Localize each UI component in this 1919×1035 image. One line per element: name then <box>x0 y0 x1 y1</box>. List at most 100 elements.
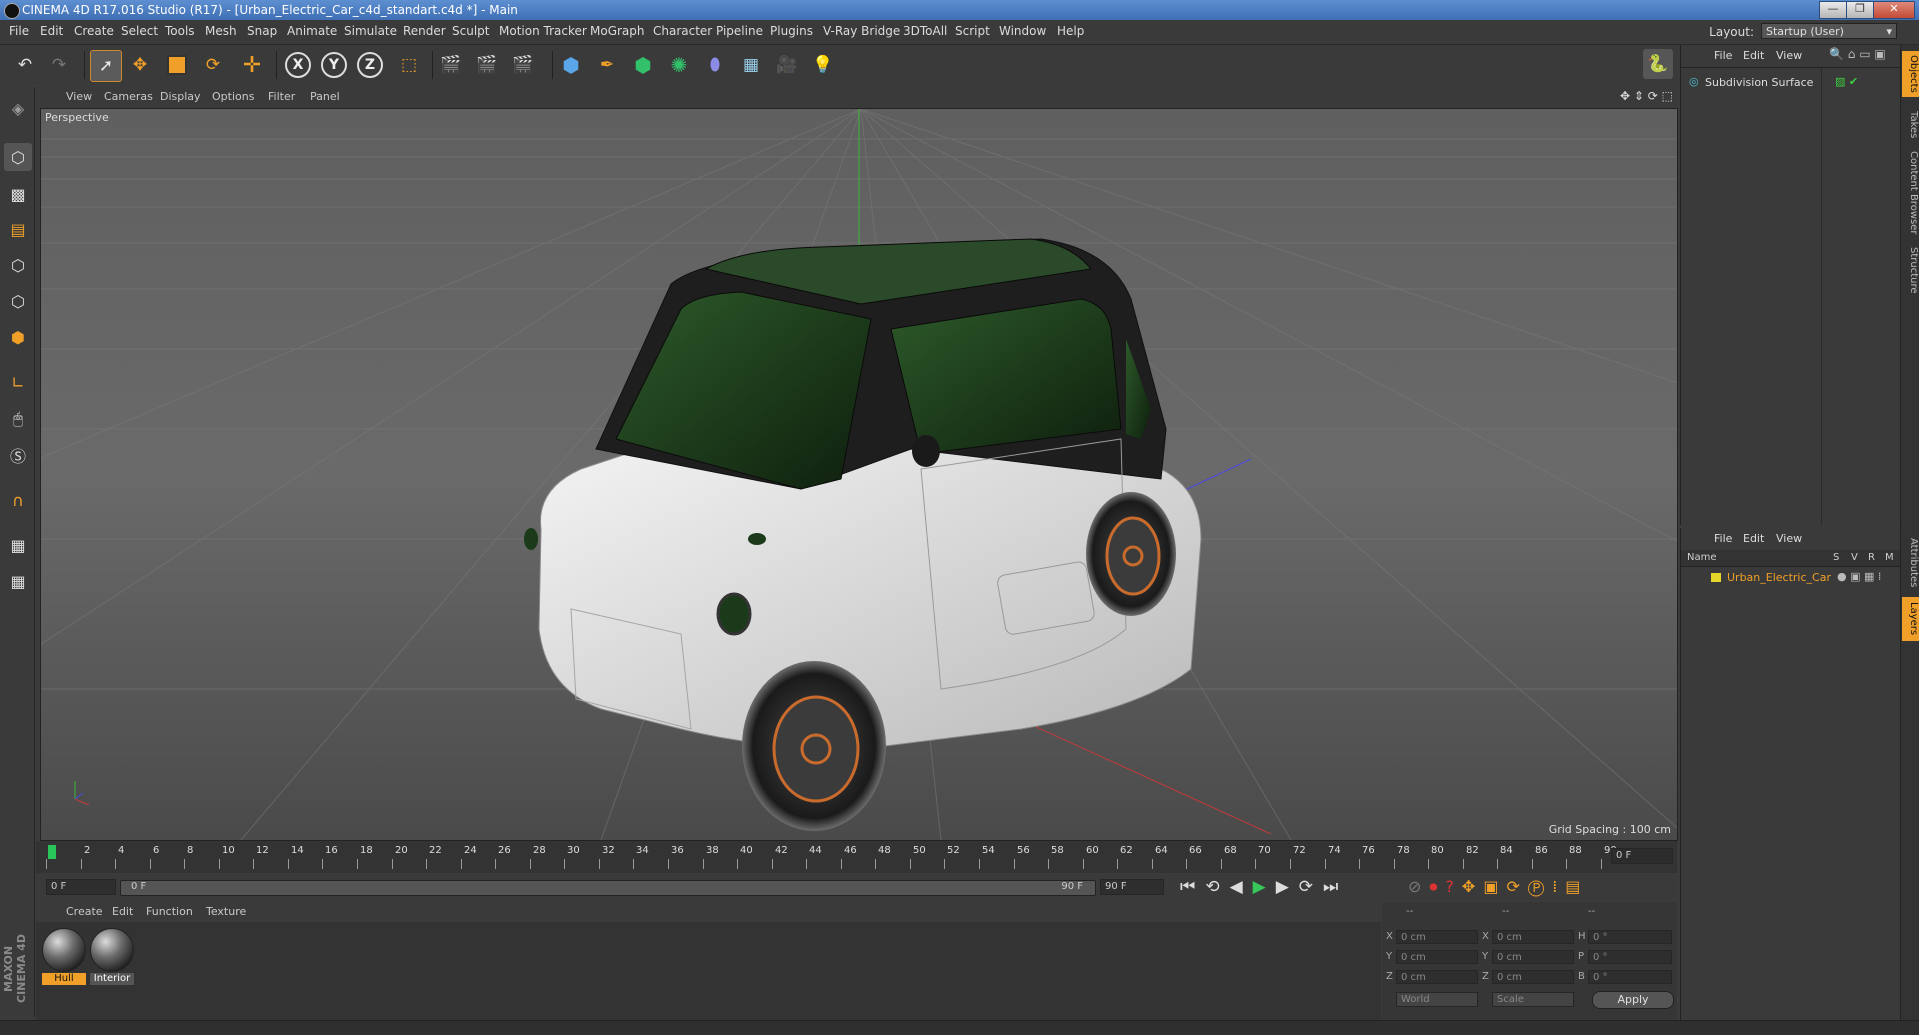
close-window-button[interactable]: ✕ <box>1873 1 1915 19</box>
menu-render[interactable]: Render <box>403 24 446 38</box>
size-z-field[interactable]: 0 cm <box>1492 970 1574 984</box>
coordinate-system-button[interactable]: ⬚ <box>394 50 424 80</box>
object-manager-icons[interactable]: 🔍 ⌂ ▭ ▣ <box>1829 47 1886 61</box>
object-enabled-check-icon[interactable]: ▨ ✔ <box>1835 75 1858 88</box>
position-x-field[interactable]: 0 cm <box>1396 930 1478 944</box>
viewport-menu-display[interactable]: Display <box>160 90 201 103</box>
texture-mode-button[interactable]: ▩ <box>4 180 32 208</box>
menu-snap[interactable]: Snap <box>247 24 277 38</box>
menu-simulate[interactable]: Simulate <box>344 24 397 38</box>
edges-mode-button[interactable]: ⬡ <box>4 287 32 315</box>
snap-button[interactable]: Ⓢ <box>4 441 32 469</box>
render-to-picture-viewer-button[interactable]: 🎬 <box>472 50 502 80</box>
rotation-b-field[interactable]: 0 ° <box>1588 970 1672 984</box>
menu-vray-bridge[interactable]: V-Ray Bridge <box>823 24 900 38</box>
menu-sculpt[interactable]: Sculpt <box>452 24 489 38</box>
viewport-menu-options[interactable]: Options <box>212 90 254 103</box>
scale-tool-button[interactable] <box>162 50 192 80</box>
menu-tools[interactable]: Tools <box>165 24 195 38</box>
objects-menu-edit[interactable]: Edit <box>1743 49 1764 62</box>
next-key-icon[interactable]: ⟳ <box>1299 877 1323 897</box>
layout-dropdown[interactable]: Startup (User) ▾ <box>1761 23 1897 39</box>
material-menu-texture[interactable]: Texture <box>206 905 246 918</box>
minimize-button[interactable]: — <box>1819 1 1847 19</box>
model-mode-button[interactable]: ⬡ <box>4 143 32 171</box>
time-range-slider[interactable]: 0 F 90 F <box>120 880 1096 896</box>
floor-button[interactable]: ▦ <box>736 50 766 80</box>
y-axis-lock-button[interactable]: Y <box>321 52 347 78</box>
move-tool-button[interactable]: ✥ <box>125 50 155 80</box>
layers-menu-file[interactable]: File <box>1714 532 1732 545</box>
deformer-button[interactable]: ⬮ <box>700 50 730 80</box>
start-frame-field[interactable]: 0 F <box>46 879 116 895</box>
objects-menu-view[interactable]: View <box>1776 49 1802 62</box>
light-button[interactable]: 💡 <box>808 50 838 80</box>
layers-menu-edit[interactable]: Edit <box>1743 532 1764 545</box>
tab-attributes[interactable]: Attributes <box>1902 533 1919 593</box>
perspective-viewport[interactable]: Perspective Grid Spacing : 100 cm <box>40 108 1678 841</box>
size-mode-dropdown[interactable]: Scale <box>1492 992 1574 1007</box>
motion-path-icon[interactable]: ⊘ <box>1408 877 1429 896</box>
apply-button[interactable]: Apply <box>1592 991 1674 1009</box>
python-button[interactable]: 🐍 <box>1643 49 1673 79</box>
menu-create[interactable]: Create <box>74 24 114 38</box>
menu-motion-tracker[interactable]: Motion Tracker <box>499 24 587 38</box>
go-to-end-icon[interactable]: ⏭ <box>1323 877 1348 897</box>
menu-animate[interactable]: Animate <box>287 24 337 38</box>
menu-3dtoall[interactable]: 3DToAll <box>903 24 947 38</box>
redo-button[interactable]: ↷ <box>44 50 74 80</box>
make-editable-button[interactable]: ◈ <box>4 94 32 122</box>
menu-select[interactable]: Select <box>121 24 158 38</box>
menu-pipeline[interactable]: Pipeline <box>716 24 763 38</box>
workplane-mode-button[interactable]: ▤ <box>4 215 32 243</box>
object-row-subdivision-surface[interactable]: ◎ Subdivision Surface ▨ ✔ <box>1685 75 1897 91</box>
layers-menu-view[interactable]: View <box>1776 532 1802 545</box>
rotation-p-field[interactable]: 0 ° <box>1588 950 1672 964</box>
previous-frame-icon[interactable]: ◀ <box>1230 877 1253 897</box>
menu-mesh[interactable]: Mesh <box>205 24 237 38</box>
viewport-menu-view[interactable]: View <box>66 90 92 103</box>
position-z-field[interactable]: 0 cm <box>1396 970 1478 984</box>
key-rotation-icon[interactable]: ⟳ <box>1506 877 1527 896</box>
menu-plugins[interactable]: Plugins <box>770 24 813 38</box>
planar-workplane-button[interactable]: ▦ <box>4 567 32 595</box>
menu-mograph[interactable]: MoGraph <box>590 24 645 38</box>
undo-button[interactable]: ↶ <box>10 50 40 80</box>
key-scale-icon[interactable]: ▣ <box>1483 877 1506 896</box>
cube-primitive-button[interactable]: ⬢ <box>556 50 586 80</box>
axis-mode-button[interactable]: ∟ <box>4 368 32 396</box>
key-pla-icon[interactable]: ⁞ <box>1552 877 1565 896</box>
subdivision-surface-button[interactable]: ⬢ <box>628 50 658 80</box>
key-position-icon[interactable]: ✥ <box>1462 877 1483 896</box>
rotate-tool-button[interactable]: ⟳ <box>198 50 228 80</box>
size-y-field[interactable]: 0 cm <box>1492 950 1574 964</box>
tab-layers[interactable]: Layers <box>1902 597 1919 641</box>
current-frame-field[interactable]: 0 F <box>1611 848 1673 864</box>
end-frame-field[interactable]: 90 F <box>1100 879 1164 895</box>
size-x-field[interactable]: 0 cm <box>1492 930 1574 944</box>
material-menu-create[interactable]: Create <box>66 905 103 918</box>
viewport-nav-icons[interactable]: ✥ ⇕ ⟳ ⬚ <box>1620 89 1673 103</box>
x-axis-lock-button[interactable]: X <box>285 52 311 78</box>
menu-window[interactable]: Window <box>999 24 1046 38</box>
render-settings-button[interactable]: 🎬 <box>508 50 538 80</box>
menu-edit[interactable]: Edit <box>40 24 63 38</box>
go-to-start-icon[interactable]: ⏮ <box>1180 877 1205 897</box>
record-keys-icon[interactable]: ⏺ <box>1429 877 1445 896</box>
material-menu-edit[interactable]: Edit <box>112 905 133 918</box>
lock-workplane-button[interactable]: ▦ <box>4 531 32 559</box>
spline-pen-button[interactable]: ✒ <box>592 50 622 80</box>
maximize-button[interactable]: ❐ <box>1846 1 1874 19</box>
layer-row[interactable]: Urban_Electric_Car ● ▣ ▦ ⁞ <box>1685 570 1897 586</box>
tab-takes[interactable]: Takes <box>1902 105 1919 145</box>
position-y-field[interactable]: 0 cm <box>1396 950 1478 964</box>
timeline-window-icon[interactable]: ▤ <box>1565 877 1588 896</box>
points-mode-button[interactable]: ⬡ <box>4 251 32 279</box>
tweak-mode-button[interactable]: 🖱 <box>4 405 32 433</box>
tab-structure[interactable]: Structure <box>1902 241 1919 299</box>
playhead-marker[interactable] <box>48 845 56 859</box>
objects-menu-file[interactable]: File <box>1714 49 1732 62</box>
material-hull[interactable]: Hull <box>42 928 86 985</box>
cloner-button[interactable]: ✺ <box>664 50 694 80</box>
layer-toggle-icons[interactable]: ● ▣ ▦ ⁞ <box>1837 570 1881 583</box>
